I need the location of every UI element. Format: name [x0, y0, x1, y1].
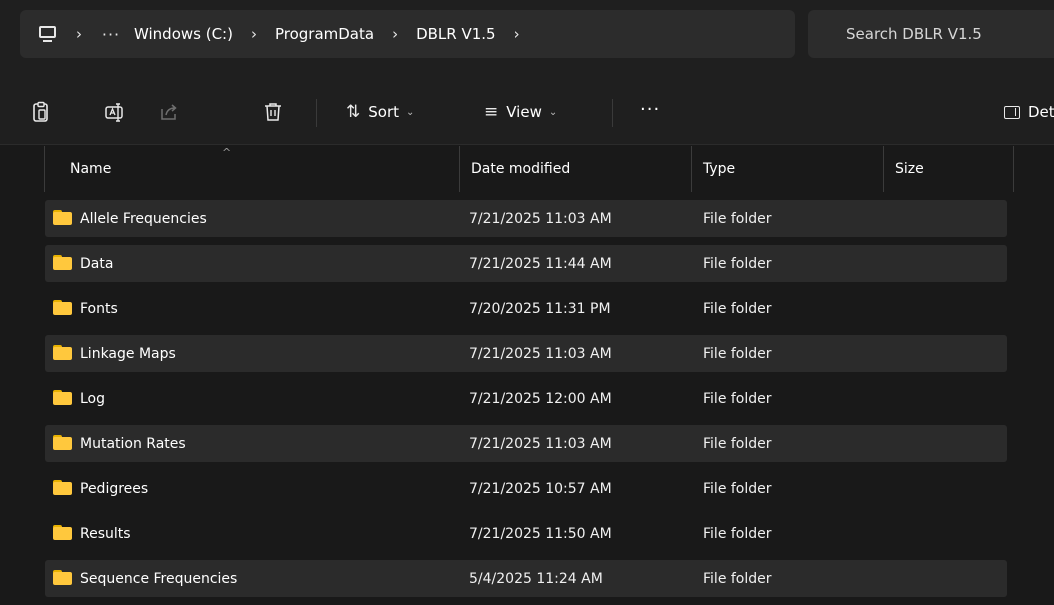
file-type: File folder: [703, 300, 772, 317]
file-date: 7/21/2025 12:00 AM: [469, 390, 612, 407]
column-header-date[interactable]: Date modified: [459, 146, 691, 192]
file-type: File folder: [703, 210, 772, 227]
file-type: File folder: [703, 345, 772, 362]
column-divider[interactable]: [44, 146, 45, 192]
folder-icon: [53, 390, 72, 405]
file-date: 5/4/2025 11:24 AM: [469, 570, 603, 587]
table-row[interactable]: Log 7/21/2025 12:00 AM File folder: [45, 380, 1007, 417]
toolbar-divider: [316, 99, 317, 127]
column-header-name[interactable]: Name: [58, 146, 458, 192]
file-date: 7/21/2025 10:57 AM: [469, 480, 612, 497]
breadcrumb-separator[interactable]: ›: [380, 25, 410, 43]
file-date: 7/21/2025 11:03 AM: [469, 210, 612, 227]
toolbar-divider: [612, 99, 613, 127]
file-name: Fonts: [80, 300, 118, 317]
file-rows: Allele Frequencies 7/21/2025 11:03 AM Fi…: [45, 200, 1007, 605]
column-divider[interactable]: [1013, 146, 1014, 192]
table-row[interactable]: Results 7/21/2025 11:50 AM File folder: [45, 515, 1007, 552]
breadcrumb-separator[interactable]: ›: [239, 25, 269, 43]
table-row[interactable]: Linkage Maps 7/21/2025 11:03 AM File fol…: [45, 335, 1007, 372]
details-pane-button[interactable]: Details: [1004, 99, 1054, 125]
delete-icon[interactable]: [262, 101, 284, 123]
table-row[interactable]: Data 7/21/2025 11:44 AM File folder: [45, 245, 1007, 282]
file-name: Allele Frequencies: [80, 210, 207, 227]
more-options-button[interactable]: ···: [640, 99, 670, 125]
search-input[interactable]: Search DBLR V1.5: [808, 10, 1054, 58]
rename-icon[interactable]: [104, 101, 126, 123]
file-name: Sequence Frequencies: [80, 570, 238, 587]
sort-button[interactable]: ⇅ Sort ⌄: [346, 99, 414, 125]
folder-icon: [53, 480, 72, 495]
file-type: File folder: [703, 480, 772, 497]
file-list: Name ^ Date modified Type Size Allele Fr…: [0, 146, 1054, 605]
file-name: Mutation Rates: [80, 435, 186, 452]
file-date: 7/21/2025 11:03 AM: [469, 345, 612, 362]
breadcrumb-separator[interactable]: ›: [64, 25, 94, 43]
file-date: 7/20/2025 11:31 PM: [469, 300, 611, 317]
computer-icon[interactable]: [32, 10, 64, 58]
folder-icon: [53, 345, 72, 360]
sort-ascending-icon: ^: [222, 146, 232, 159]
view-icon: ≡: [484, 102, 499, 122]
breadcrumb-programdata[interactable]: ProgramData: [269, 25, 380, 43]
sort-label: Sort: [368, 103, 399, 121]
paste-icon[interactable]: [30, 101, 52, 123]
column-header-row: Name ^ Date modified Type Size: [0, 146, 1054, 192]
file-type: File folder: [703, 435, 772, 452]
breadcrumb-dblr[interactable]: DBLR V1.5: [410, 25, 502, 43]
table-row[interactable]: Fonts 7/20/2025 11:31 PM File folder: [45, 290, 1007, 327]
details-label: Details: [1028, 103, 1054, 121]
folder-icon: [53, 210, 72, 225]
file-explorer-window: › ··· Windows (C:) › ProgramData › DBLR …: [0, 0, 1054, 605]
file-date: 7/21/2025 11:03 AM: [469, 435, 612, 452]
column-header-type[interactable]: Type: [691, 146, 883, 192]
folder-icon: [53, 255, 72, 270]
breadcrumb-windows-c[interactable]: Windows (C:): [128, 25, 239, 43]
file-name: Data: [80, 255, 114, 272]
file-name: Linkage Maps: [80, 345, 176, 362]
folder-icon: [53, 300, 72, 315]
address-row: › ··· Windows (C:) › ProgramData › DBLR …: [0, 0, 1054, 77]
folder-icon: [53, 525, 72, 540]
folder-icon: [53, 570, 72, 585]
chevron-down-icon: ⌄: [548, 106, 558, 118]
share-icon[interactable]: [158, 101, 180, 123]
column-header-size[interactable]: Size: [883, 146, 1013, 192]
sort-icon: ⇅: [346, 102, 361, 122]
table-row[interactable]: Sequence Frequencies 5/4/2025 11:24 AM F…: [45, 560, 1007, 597]
file-type: File folder: [703, 570, 772, 587]
chevron-down-icon: ⌄: [406, 106, 415, 118]
table-row[interactable]: Pedigrees 7/21/2025 10:57 AM File folder: [45, 470, 1007, 507]
file-type: File folder: [703, 525, 772, 542]
table-row[interactable]: Mutation Rates 7/21/2025 11:03 AM File f…: [45, 425, 1007, 462]
table-row[interactable]: Allele Frequencies 7/21/2025 11:03 AM Fi…: [45, 200, 1007, 237]
command-bar: ⇅ Sort ⌄ ≡ View ⌄ ··· Details: [0, 77, 1054, 145]
address-bar[interactable]: › ··· Windows (C:) › ProgramData › DBLR …: [20, 10, 795, 58]
file-type: File folder: [703, 390, 772, 407]
breadcrumb-separator[interactable]: ›: [502, 25, 532, 43]
folder-icon: [53, 435, 72, 450]
file-date: 7/21/2025 11:44 AM: [469, 255, 612, 272]
view-label: View: [506, 103, 542, 121]
file-name: Results: [80, 525, 131, 542]
file-date: 7/21/2025 11:50 AM: [469, 525, 612, 542]
details-pane-icon: [1004, 105, 1020, 119]
view-button[interactable]: ≡ View ⌄: [484, 99, 557, 125]
breadcrumb-overflow-button[interactable]: ···: [94, 25, 128, 44]
file-name: Log: [80, 390, 106, 407]
file-type: File folder: [703, 255, 772, 272]
file-name: Pedigrees: [80, 480, 149, 497]
